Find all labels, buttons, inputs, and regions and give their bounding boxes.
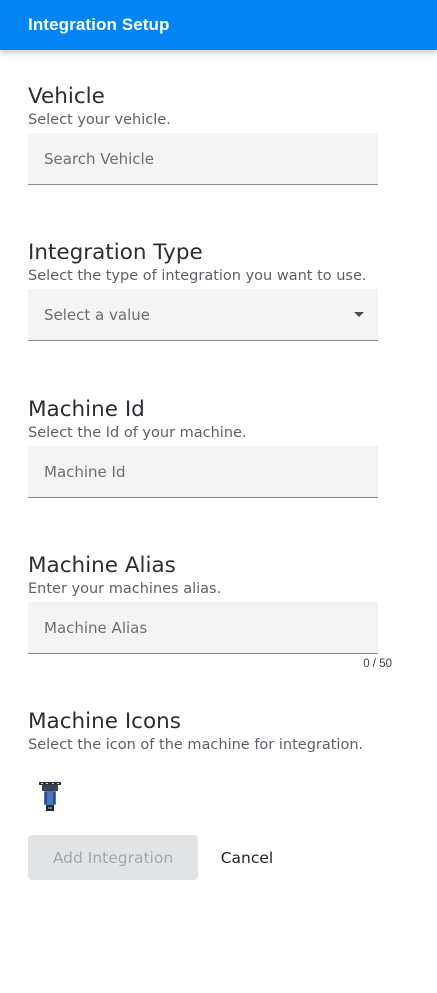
chevron-down-icon [354, 312, 364, 317]
character-counter: 0 / 50 [363, 658, 392, 670]
vehicle-search-placeholder: Search Vehicle [44, 149, 154, 168]
integration-type-section: Integration Type Select the type of inte… [28, 240, 408, 341]
machine-icons-description: Select the icon of the machine for integ… [28, 737, 364, 753]
machine-alias-section: Machine Alias Enter your machines alias.… [28, 553, 408, 670]
add-integration-button[interactable]: Add Integration [28, 835, 198, 880]
machine-id-title: Machine Id [28, 397, 145, 422]
machine-attachment-icon[interactable] [38, 781, 62, 813]
machine-id-input[interactable]: Machine Id [28, 446, 378, 498]
integration-type-title: Integration Type [28, 240, 203, 265]
machine-id-description: Select the Id of your machine. [28, 425, 247, 441]
page-title: Integration Setup [28, 15, 170, 34]
cancel-button[interactable]: Cancel [212, 835, 282, 880]
machine-icons-section: Machine Icons Select the icon of the mac… [28, 709, 408, 811]
machine-alias-title: Machine Alias [28, 553, 176, 578]
machine-id-placeholder: Machine Id [44, 462, 126, 481]
vehicle-search-input[interactable]: Search Vehicle [28, 133, 378, 185]
machine-alias-description: Enter your machines alias. [28, 581, 222, 597]
integration-type-placeholder: Select a value [44, 305, 150, 324]
vehicle-section: Vehicle Select your vehicle. Search Vehi… [28, 84, 408, 185]
integration-type-select[interactable]: Select a value [28, 289, 378, 341]
vehicle-title: Vehicle [28, 84, 105, 109]
integration-type-description: Select the type of integration you want … [28, 268, 367, 284]
app-header: Integration Setup [0, 0, 437, 50]
machine-icons-title: Machine Icons [28, 709, 181, 734]
machine-id-section: Machine Id Select the Id of your machine… [28, 397, 408, 498]
machine-alias-placeholder: Machine Alias [44, 618, 148, 637]
machine-alias-input[interactable]: Machine Alias [28, 602, 378, 654]
vehicle-description: Select your vehicle. [28, 112, 171, 128]
